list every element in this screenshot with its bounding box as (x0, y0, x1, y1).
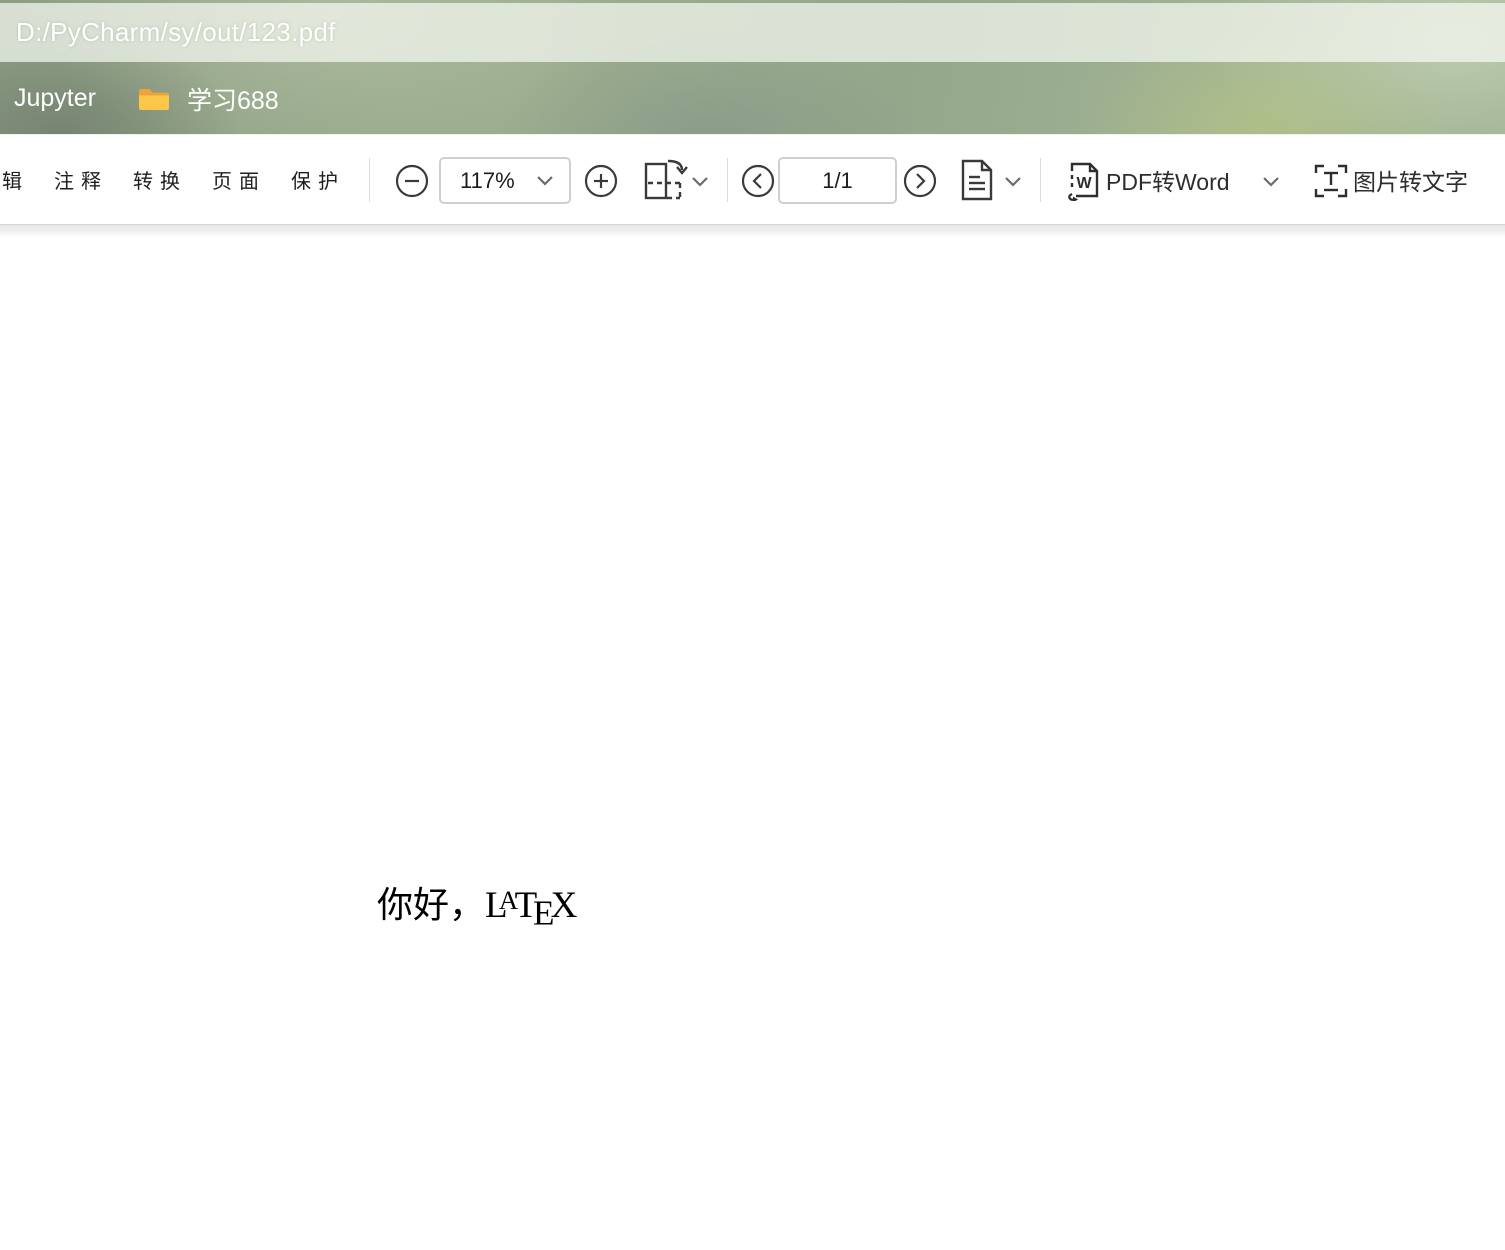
menu-item-page[interactable]: 页面 (212, 165, 266, 194)
tab-jupyter[interactable]: Jupyter (14, 84, 96, 113)
ocr-button[interactable] (1312, 162, 1350, 200)
menu-item-edit-partial[interactable]: 辑 (2, 165, 29, 194)
page-indicator-value: 1/1 (822, 167, 853, 193)
tab-folder-688[interactable]: 学习688 (138, 81, 279, 117)
svg-text:W: W (1076, 175, 1092, 192)
ocr-label[interactable]: 图片转文字 (1353, 135, 1468, 224)
page-view-button[interactable] (959, 158, 995, 202)
ocr-icon (1314, 164, 1348, 198)
zoom-in-button[interactable] (584, 164, 618, 198)
toolbar-menu: 辑 注释 转换 页面 保护 (2, 135, 345, 224)
pdf-to-word-button[interactable]: W (1064, 159, 1102, 201)
rotate-page-dropdown[interactable] (690, 175, 710, 188)
titlebar: D:/PyCharm/sy/out/123.pdf (0, 3, 1505, 62)
chevron-down-icon (1263, 177, 1279, 187)
chevron-down-icon (692, 177, 708, 187)
toolbar: 辑 注释 转换 页面 保护 117% 1/1 W PDF转Word 图片转文字 (0, 135, 1505, 224)
menu-item-convert[interactable]: 转换 (133, 165, 187, 194)
prev-page-icon (741, 164, 775, 198)
tab-bar: Jupyter 学习688 (0, 62, 1505, 135)
chevron-down-icon (537, 176, 553, 186)
prev-page-button[interactable] (741, 164, 775, 198)
app-window: D:/PyCharm/sy/out/123.pdf Jupyter 学习688 … (0, 0, 1505, 1250)
rotate-page-button[interactable] (642, 157, 690, 203)
pdf-page-view[interactable]: 你好，LATEX (0, 236, 1505, 1250)
zoom-level-select[interactable]: 117% (439, 157, 571, 204)
page-view-icon (961, 159, 993, 201)
next-page-button[interactable] (903, 164, 937, 198)
pdf-to-word-label[interactable]: PDF转Word (1106, 135, 1230, 224)
greeting-text: 你好， (377, 885, 486, 925)
menu-item-protect[interactable]: 保护 (291, 165, 345, 194)
rotate-page-icon (644, 159, 688, 200)
pdf-to-word-icon: W (1068, 162, 1099, 201)
menu-item-annotate[interactable]: 注释 (54, 165, 108, 194)
zoom-out-icon (395, 164, 429, 198)
toolbar-divider (727, 158, 728, 202)
document-path-title: D:/PyCharm/sy/out/123.pdf (16, 17, 336, 47)
window-header: D:/PyCharm/sy/out/123.pdf Jupyter 学习688 (0, 0, 1505, 135)
zoom-in-icon (584, 164, 618, 198)
tab-folder-label: 学习688 (186, 86, 279, 115)
pdf-to-word-dropdown[interactable] (1261, 175, 1281, 188)
folder-icon (138, 89, 169, 110)
zoom-out-button[interactable] (395, 164, 429, 198)
chevron-down-icon (1005, 177, 1021, 187)
toolbar-shadow-strip (0, 224, 1505, 236)
document-text-line: 你好，LATEX (377, 876, 578, 933)
zoom-level-value: 117% (460, 167, 515, 193)
toolbar-divider (369, 158, 370, 202)
toolbar-divider (1040, 158, 1041, 202)
latex-logo: LATEX (485, 885, 578, 933)
page-number-input[interactable]: 1/1 (778, 157, 897, 204)
next-page-icon (903, 164, 937, 198)
page-view-dropdown[interactable] (1003, 175, 1023, 188)
tab-jupyter-label: Jupyter (14, 84, 96, 112)
